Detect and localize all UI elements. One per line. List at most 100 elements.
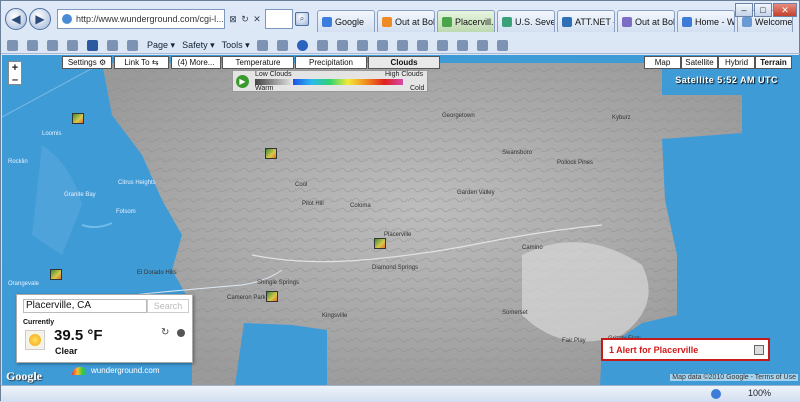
map-type-switch: Map Satellite Hybrid Terrain <box>644 56 792 69</box>
gear-icon: ⚙ <box>98 58 107 67</box>
tab-precipitation[interactable]: Precipitation <box>295 56 367 69</box>
minimize-icon[interactable]: – <box>735 3 753 17</box>
browser-window: ◀ ▶ http://www.wunderground.com/cgi-l...… <box>0 0 800 402</box>
tab-favicon-icon <box>322 16 332 27</box>
tool-icon-b[interactable] <box>336 39 350 51</box>
compat-icon[interactable]: ⊠ <box>227 11 239 27</box>
search-icon[interactable]: ⌕ <box>295 12 309 26</box>
map-toolbar: Settings ⚙ Link To ⇆ (4) More... <box>62 56 223 69</box>
city-label: Georgetown <box>442 113 475 119</box>
status-bar: 100% <box>1 385 800 402</box>
browser-tab[interactable]: U.S. Severe ... <box>497 10 555 32</box>
spell-icon[interactable] <box>256 39 270 51</box>
station-marker[interactable] <box>266 291 278 302</box>
more-button[interactable]: (4) More... <box>171 56 221 69</box>
city-label: Granite Bay <box>64 192 96 198</box>
address-field[interactable]: http://www.wunderground.com/cgi-l... <box>57 9 225 29</box>
print-icon[interactable] <box>27 39 40 51</box>
tool-icon-c[interactable] <box>376 39 390 51</box>
browser-tab[interactable]: Out at Bob'... <box>617 10 675 32</box>
zoom-out-icon[interactable]: – <box>12 74 18 86</box>
settings-label: Settings <box>67 58 97 67</box>
map-canvas[interactable]: + – Settings ⚙ Link To ⇆ (4) More... Temp… <box>2 55 800 385</box>
refresh-icon[interactable]: ↻ <box>239 11 251 27</box>
wu-logo-text: wunderground.com <box>91 366 160 375</box>
zoom-icon[interactable] <box>276 39 290 51</box>
tab-favicon-icon <box>682 16 692 27</box>
tool-icon-g[interactable] <box>456 39 470 51</box>
location-input[interactable]: Placerville, CA <box>23 299 147 313</box>
city-label: Placerville <box>384 232 412 238</box>
tool-icon-d[interactable] <box>396 39 410 51</box>
city-label: Swansboro <box>502 150 533 156</box>
tools-menu[interactable]: Tools ▾ <box>222 40 250 51</box>
wunderground-logo: wunderground.com <box>72 366 159 375</box>
edit-icon[interactable] <box>47 39 60 51</box>
browser-tab[interactable]: Google <box>317 10 375 32</box>
tool-icon-h[interactable] <box>476 39 490 51</box>
zoom-control[interactable]: + – <box>8 61 22 86</box>
alert-expand-icon[interactable] <box>754 345 764 355</box>
search-input[interactable] <box>265 9 293 29</box>
tab-favicon-icon <box>502 16 512 27</box>
city-label: Garden Valley <box>457 190 495 196</box>
stop-icon[interactable]: ✕ <box>251 11 263 27</box>
play-icon[interactable]: ▶ <box>236 75 249 88</box>
map-type-hybrid[interactable]: Hybrid <box>718 56 755 69</box>
tab-favicon-icon <box>442 16 452 27</box>
save-icon[interactable] <box>107 39 120 51</box>
back-icon[interactable]: ◀ <box>5 8 27 30</box>
city-label: El Dorado Hills <box>137 270 177 276</box>
station-marker[interactable] <box>374 238 386 249</box>
zoom-level[interactable]: 100% <box>748 388 771 398</box>
station-marker[interactable] <box>50 269 62 280</box>
font-icon[interactable] <box>87 39 100 51</box>
map-type-satellite[interactable]: Satellite <box>681 56 718 69</box>
tab-label: U.S. Severe ... <box>515 16 554 27</box>
tab-clouds[interactable]: Clouds <box>368 56 440 69</box>
link-to-label: Link To <box>124 58 150 67</box>
settings-button[interactable]: Settings ⚙ <box>62 56 112 69</box>
browser-tab[interactable]: Out at Bob's <box>377 10 435 32</box>
maximize-icon[interactable]: □ <box>754 3 772 17</box>
page-menu[interactable]: Page ▾ <box>147 40 175 51</box>
tool-icon-e[interactable] <box>416 39 430 51</box>
map-type-map[interactable]: Map <box>644 56 681 69</box>
copy-icon[interactable] <box>67 39 80 51</box>
mail-icon[interactable] <box>356 39 370 51</box>
browser-tab[interactable]: Home - Wi... <box>677 10 735 32</box>
tab-temperature[interactable]: Temperature <box>222 56 294 69</box>
window-controls: – □ ✕ <box>734 3 797 17</box>
search-button[interactable]: Search <box>147 299 189 313</box>
alert-box[interactable]: 1 Alert for Placerville <box>601 338 770 361</box>
page-menu-label: Page <box>147 40 169 50</box>
city-label: Somerset <box>502 310 528 316</box>
zoom-in-icon[interactable]: + <box>12 62 18 74</box>
refresh-icon[interactable]: ↻ <box>161 327 169 338</box>
legend-color-scale <box>293 79 403 85</box>
wu-rainbow-icon <box>72 366 88 375</box>
browser-tab[interactable]: ATT.NET - ... <box>557 10 615 32</box>
station-marker[interactable] <box>72 113 84 124</box>
safety-menu[interactable]: Safety ▾ <box>182 40 215 51</box>
settings-dot-icon[interactable] <box>177 329 185 337</box>
close-icon[interactable]: ✕ <box>773 3 797 17</box>
tab-favicon-icon <box>742 16 752 27</box>
forward-icon[interactable]: ▶ <box>29 8 51 30</box>
layer-tabs: Temperature Precipitation Clouds <box>222 56 441 69</box>
map-type-terrain[interactable]: Terrain <box>755 56 792 69</box>
station-marker[interactable] <box>265 148 277 159</box>
more-label: (4) More... <box>177 58 215 67</box>
link-to-button[interactable]: Link To ⇆ <box>114 56 169 69</box>
tool-icon-i[interactable] <box>496 39 510 51</box>
alert-text[interactable]: 1 Alert for Placerville <box>609 345 698 355</box>
tool-icon-f[interactable] <box>436 39 450 51</box>
bookmark-icon[interactable] <box>127 39 140 51</box>
home-icon[interactable] <box>7 39 20 51</box>
browser-tab[interactable]: Placervill...✕ <box>437 10 495 32</box>
tab-favicon-icon <box>562 16 572 27</box>
tool-icon-a[interactable] <box>316 39 330 51</box>
current-weather-panel: Placerville, CA Search Currently 39.5 °F… <box>16 294 193 363</box>
help-icon[interactable] <box>296 39 310 51</box>
temperature-value: 39.5 °F <box>54 327 103 344</box>
